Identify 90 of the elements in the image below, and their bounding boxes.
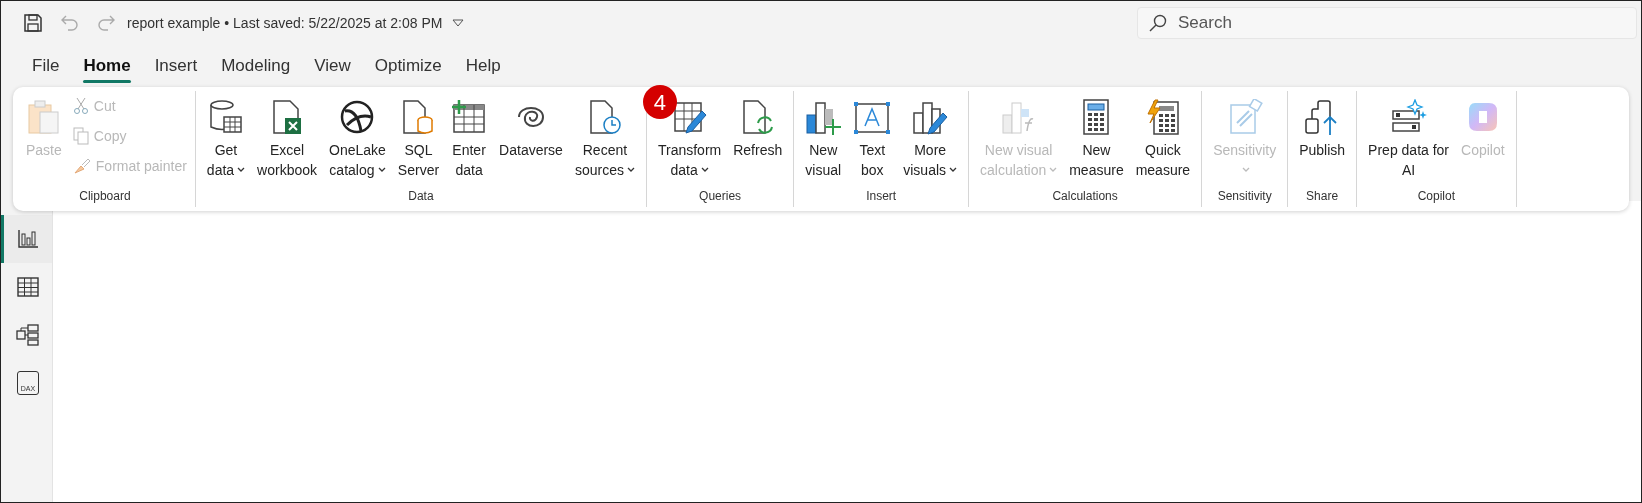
button-label: Paste — [26, 141, 62, 160]
button-label: Excel — [269, 141, 305, 160]
view-button[interactable] — [1, 215, 52, 263]
table-pencil-icon — [671, 99, 708, 135]
button-label: Get — [214, 141, 238, 160]
button-label: Dataverse — [499, 141, 563, 160]
button-label: data — [206, 161, 235, 180]
ribbon-button[interactable]: Dataverse — [494, 91, 568, 185]
group-label: Data — [408, 188, 434, 205]
button-label: catalog — [329, 161, 375, 180]
button-label: New — [1082, 141, 1111, 160]
database-file-icon — [401, 99, 436, 135]
table-add-icon — [451, 99, 488, 135]
refresh-file-icon — [740, 99, 775, 135]
button-label: workbook — [257, 161, 318, 180]
ribbon-button[interactable]: New visual — [800, 91, 847, 185]
database-icon — [208, 99, 244, 135]
button-label: box — [860, 161, 884, 180]
button-label: Refresh — [733, 141, 783, 160]
button-label: data — [670, 161, 698, 180]
search-icon — [1149, 14, 1167, 32]
button-label: SQL — [404, 141, 433, 160]
button-label: Server — [397, 161, 440, 180]
group-label: Sensitivity — [1217, 188, 1272, 205]
ribbon-tab[interactable]: Insert — [146, 48, 206, 84]
button-label: Publish — [1299, 141, 1346, 160]
ribbon-button[interactable]: Enter data — [446, 91, 493, 185]
text-box-icon — [853, 101, 892, 135]
paintbrush-icon — [72, 157, 91, 175]
calculator-icon — [1081, 99, 1112, 135]
button-label: sources — [574, 161, 624, 180]
button-label: measure — [1135, 161, 1191, 180]
table-icon — [17, 277, 39, 297]
button-label: visuals — [903, 161, 947, 180]
ribbon-button[interactable]: Excel workbook — [252, 91, 323, 185]
ribbon-button[interactable]: OneLake catalog — [324, 91, 391, 185]
button-label: AI — [1401, 161, 1416, 180]
group-label: Share — [1306, 188, 1339, 205]
bar-chart-add-icon — [805, 99, 842, 135]
scissors-icon — [72, 97, 89, 115]
ribbon-button[interactable]: New measure — [1064, 91, 1129, 185]
ribbon-button[interactable]: SQL Server — [392, 91, 445, 185]
button-label: measure — [1069, 161, 1124, 180]
save-icon[interactable] — [23, 13, 43, 33]
document-title: report example • Last saved: 5/22/2025 at 2:08 PM — [127, 13, 443, 33]
group-label: Calculations — [1052, 188, 1118, 205]
button-label: New — [809, 141, 838, 160]
button-label: Text — [859, 141, 886, 160]
group-label: Insert — [866, 188, 897, 205]
button-label: calculation — [980, 161, 1047, 180]
button-label: data — [455, 161, 483, 180]
ribbon-tab[interactable]: View — [306, 48, 359, 84]
copy-icon — [72, 127, 89, 145]
button-label: More — [914, 141, 947, 160]
group-label: Queries — [699, 188, 742, 205]
clock-file-icon — [587, 99, 622, 135]
group-label: Copilot — [1417, 188, 1456, 205]
button-label: Copilot — [1461, 141, 1505, 160]
ribbon-button[interactable]: More visuals — [898, 91, 963, 185]
button-label: Transform — [657, 141, 722, 160]
ribbon-button[interactable]: Refresh — [728, 91, 788, 185]
search-field[interactable]: Search — [1137, 7, 1637, 39]
ribbon-button[interactable]: Get data — [201, 91, 251, 185]
model-icon — [16, 324, 40, 346]
bar-chart-icon — [17, 229, 39, 249]
ribbon-button[interactable]: Recent sources — [569, 91, 640, 185]
bar-chart-pencil-icon — [912, 99, 949, 135]
sparkle-server-icon — [1390, 99, 1427, 135]
button-label: Recent — [582, 141, 628, 160]
ribbon-button[interactable]: Text box — [848, 91, 897, 185]
ribbon-button[interactable]: Publish — [1294, 91, 1351, 185]
button-label: New visual — [984, 141, 1053, 160]
button-label: Sensitivity — [1213, 141, 1277, 160]
clipboard-icon — [26, 99, 61, 135]
button-label: Enter — [452, 141, 486, 160]
calculator-lightning-icon — [1144, 99, 1181, 135]
button-label: Quick — [1145, 141, 1181, 160]
ribbon-tab[interactable]: Help — [457, 48, 509, 84]
badge: 4 — [642, 85, 677, 119]
ribbon-tab[interactable]: Optimize — [366, 48, 450, 84]
button-label: visual — [805, 161, 842, 180]
button-label: OneLake — [329, 141, 386, 160]
ribbon-tab[interactable]: Modeling — [213, 48, 299, 84]
ribbon-button[interactable]: Quick measure — [1130, 91, 1196, 185]
caret-down-icon[interactable] — [452, 19, 465, 27]
button-label: Prep data for — [1368, 141, 1450, 160]
ribbon-button[interactable]: Prep data for AI — [1363, 91, 1455, 185]
ribbon-tab[interactable]: File — [24, 48, 68, 84]
group-label: Clipboard — [79, 188, 131, 205]
ribbon-tab[interactable]: Home — [75, 48, 139, 84]
